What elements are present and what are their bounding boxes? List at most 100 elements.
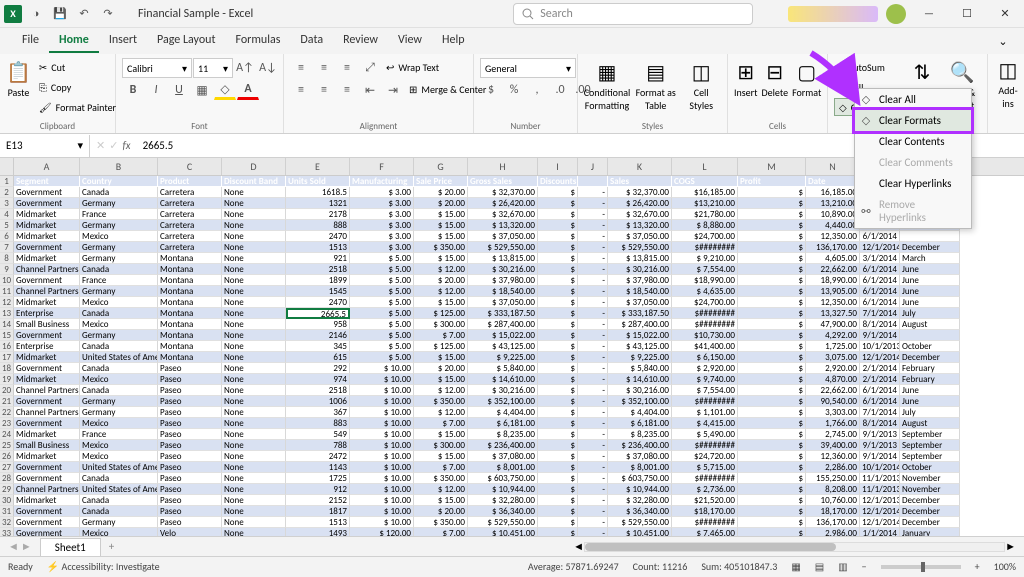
cell[interactable]: Canada	[80, 308, 158, 319]
cell[interactable]: -	[578, 308, 608, 319]
chevron-down-icon[interactable]: ▾	[77, 139, 83, 152]
cell[interactable]: $	[538, 308, 578, 319]
cell[interactable]: 2518	[286, 385, 350, 396]
cell[interactable]: $ 20.00	[414, 187, 468, 198]
cell[interactable]: Carretera	[158, 198, 222, 209]
cell[interactable]: $ 8,235.00	[608, 429, 672, 440]
cell[interactable]	[900, 330, 960, 341]
cell[interactable]: $ 4,404.00	[608, 407, 672, 418]
cell[interactable]: 18,990.00	[806, 275, 860, 286]
cell[interactable]: $	[538, 330, 578, 341]
cell[interactable]: $ 12.00	[414, 286, 468, 297]
cell[interactable]: $	[738, 319, 806, 330]
cell[interactable]: Germany	[80, 220, 158, 231]
cell[interactable]: Germany	[80, 396, 158, 407]
clear-contents-item[interactable]: Clear Contents	[855, 131, 971, 152]
cell[interactable]: Carretera	[158, 220, 222, 231]
cell[interactable]: Mexico	[80, 528, 158, 536]
user-avatar[interactable]	[886, 4, 906, 24]
cell[interactable]: 18,170.00	[806, 506, 860, 517]
currency-icon[interactable]: $	[480, 80, 502, 100]
cell[interactable]: -	[578, 440, 608, 451]
cell[interactable]: -	[578, 385, 608, 396]
align-left-icon[interactable]: ≡	[290, 80, 312, 100]
redo-icon[interactable]: ↷	[98, 4, 118, 24]
cell[interactable]: -	[578, 352, 608, 363]
cell[interactable]: $ 37,050.00	[608, 297, 672, 308]
tab-file[interactable]: File	[12, 29, 49, 53]
cell[interactable]: $ 15.00	[414, 352, 468, 363]
cell[interactable]: $ 15.00	[414, 297, 468, 308]
cell[interactable]: $ 5,840.00	[608, 363, 672, 374]
cell[interactable]: Midmarket	[14, 231, 80, 242]
header-cell[interactable]: Units Sold	[286, 176, 350, 187]
cell[interactable]: December	[900, 495, 960, 506]
cell[interactable]: $	[738, 209, 806, 220]
cell[interactable]: None	[222, 308, 286, 319]
cell[interactable]: Channel Partners	[14, 286, 80, 297]
cell[interactable]: 6/1/2014	[860, 231, 900, 242]
cell[interactable]: 788	[286, 440, 350, 451]
sheet-prev-icon[interactable]: ◄	[8, 540, 19, 553]
cell[interactable]: $ 7.00	[414, 330, 468, 341]
cell[interactable]: 958	[286, 319, 350, 330]
align-center-icon[interactable]: ≡	[313, 80, 335, 100]
cell[interactable]: $24,720.00	[672, 451, 738, 462]
cell[interactable]: $	[738, 231, 806, 242]
delete-cells-button[interactable]: ⊟Delete	[762, 58, 789, 114]
cell[interactable]: $	[738, 352, 806, 363]
cell[interactable]: -	[578, 528, 608, 536]
decrease-font-icon[interactable]: A↓	[257, 58, 279, 78]
column-header[interactable]: N	[806, 158, 860, 175]
cell[interactable]: August	[900, 418, 960, 429]
fx-icon[interactable]: fx	[122, 139, 130, 152]
cell[interactable]: 13,210.00	[806, 198, 860, 209]
cell[interactable]: Paseo	[158, 506, 222, 517]
cell[interactable]: $ 529,550.00	[468, 242, 538, 253]
cell[interactable]: June	[900, 286, 960, 297]
cell[interactable]: $########	[672, 517, 738, 528]
cell[interactable]: 6/1/2014	[860, 297, 900, 308]
cell[interactable]: $ 10,451.00	[608, 528, 672, 536]
row-header[interactable]: 21	[0, 396, 14, 407]
cell[interactable]: $ 15.00	[414, 209, 468, 220]
cell-styles-button[interactable]: ◫Cell Styles	[681, 58, 721, 114]
cell[interactable]: 6/1/2014	[860, 264, 900, 275]
column-header[interactable]: K	[608, 158, 672, 175]
cell[interactable]: $24,700.00	[672, 297, 738, 308]
cell[interactable]: None	[222, 275, 286, 286]
clear-hyperlinks-item[interactable]: Clear Hyperlinks	[855, 173, 971, 194]
cell[interactable]: Midmarket	[14, 429, 80, 440]
cell[interactable]: Canada	[80, 363, 158, 374]
cell[interactable]: $ 7,554.00	[672, 385, 738, 396]
cell[interactable]: None	[222, 286, 286, 297]
view-layout-icon[interactable]: ▤	[815, 560, 824, 573]
cell[interactable]: $	[538, 429, 578, 440]
cell[interactable]: 292	[286, 363, 350, 374]
cell[interactable]: 888	[286, 220, 350, 231]
cell[interactable]: September	[900, 451, 960, 462]
cell[interactable]: None	[222, 352, 286, 363]
cell[interactable]: $ 14,610.00	[468, 374, 538, 385]
cell[interactable]: $ 8,235.00	[468, 429, 538, 440]
row-header[interactable]: 11	[0, 286, 14, 297]
cell[interactable]: Midmarket	[14, 209, 80, 220]
cell[interactable]: 912	[286, 484, 350, 495]
cell[interactable]: None	[222, 297, 286, 308]
cell[interactable]: -	[578, 418, 608, 429]
cell[interactable]: Paseo	[158, 462, 222, 473]
cell[interactable]: United States of America	[80, 484, 158, 495]
cell[interactable]: -	[578, 429, 608, 440]
cell[interactable]: $ 32,280.00	[468, 495, 538, 506]
cell[interactable]: 2470	[286, 297, 350, 308]
sheet-next-icon[interactable]: ►	[21, 540, 32, 553]
cell[interactable]: $ 350.00	[414, 473, 468, 484]
row-header[interactable]: 2	[0, 187, 14, 198]
cell[interactable]: $ 6,150.00	[672, 352, 738, 363]
cell[interactable]: None	[222, 209, 286, 220]
cell[interactable]: $ 8,880.00	[672, 220, 738, 231]
cell[interactable]: 13,327.50	[806, 308, 860, 319]
cell[interactable]: $ 4,404.00	[468, 407, 538, 418]
cell[interactable]: $ 7.00	[414, 418, 468, 429]
cell[interactable]: $	[538, 374, 578, 385]
